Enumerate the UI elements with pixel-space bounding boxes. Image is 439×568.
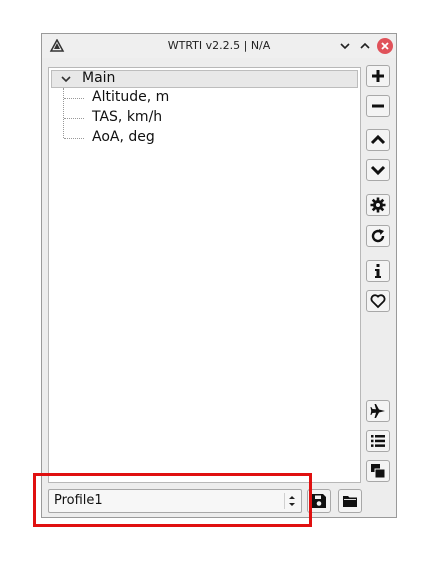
info-button[interactable] [366,260,390,282]
add-button[interactable] [366,65,390,87]
refresh-button[interactable] [366,225,390,247]
chevron-down-icon[interactable] [61,75,71,83]
refresh-icon [371,229,385,243]
open-profile-button[interactable] [338,489,362,513]
tree-connector [64,138,84,139]
folder-icon [343,496,357,507]
tree-connector [64,118,84,119]
info-icon [375,264,381,278]
vehicle-button[interactable] [366,400,390,422]
maximize-chevron-icon[interactable] [358,39,372,53]
list-button[interactable] [366,430,390,452]
tree-item[interactable]: Altitude, m [64,88,344,108]
profile-select-value: Profile1 [54,493,103,508]
profile-select[interactable]: Profile1 [48,489,302,513]
gear-icon [370,197,386,213]
chevron-down-icon [370,165,386,176]
tree-item[interactable]: AoA, deg [64,128,344,148]
overlay-window-button[interactable] [366,460,390,482]
tree-item-label: Altitude, m [92,89,170,105]
close-button[interactable] [377,38,393,54]
save-profile-button[interactable] [307,489,331,513]
window-icon [371,464,386,479]
tree-root-label: Main [82,70,116,86]
save-icon [312,494,326,508]
tree-item-label: TAS, km/h [92,109,163,125]
plus-icon [372,70,384,82]
minus-icon [372,104,384,108]
airplane-icon [370,404,385,418]
select-arrows-icon [284,493,295,509]
indicator-tree[interactable]: Main Altitude, m TAS, km/h AoA, deg [48,67,361,483]
heart-icon [370,294,386,309]
list-icon [371,435,385,447]
main-window: WTRTI v2.2.5 | N/A Main Altitude, m TAS, [41,33,397,518]
settings-button[interactable] [366,194,390,216]
tree-connector [64,98,84,99]
tree-item[interactable]: TAS, km/h [64,108,344,128]
minimize-chevron-icon[interactable] [338,39,352,53]
move-down-button[interactable] [366,159,390,181]
tree-root-main[interactable]: Main [51,70,358,88]
remove-button[interactable] [366,95,390,117]
title-bar[interactable]: WTRTI v2.2.5 | N/A [42,34,396,58]
chevron-up-icon [370,134,386,145]
move-up-button[interactable] [366,129,390,151]
tree-item-label: AoA, deg [92,129,155,145]
donate-button[interactable] [366,290,390,312]
close-icon [381,42,389,50]
